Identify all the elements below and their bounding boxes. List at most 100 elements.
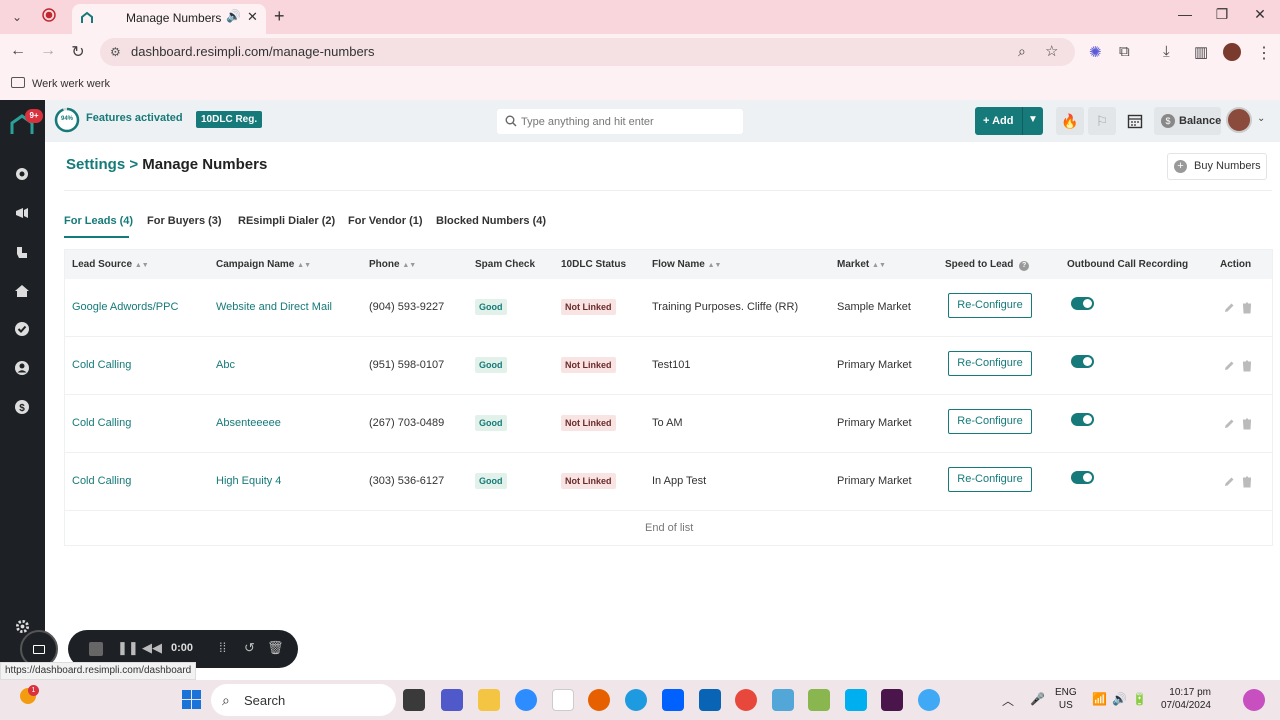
edit-pencil-icon[interactable]	[1223, 418, 1235, 430]
task-view-icon[interactable]	[403, 689, 425, 711]
microphone-icon[interactable]: 🎤	[1030, 692, 1045, 706]
extensions-puzzle-icon[interactable]: ⧉	[1119, 43, 1130, 60]
balance-button[interactable]: $ Balance	[1154, 107, 1221, 135]
rewind-icon[interactable]: ◀◀	[142, 640, 162, 656]
restart-icon[interactable]: ↺	[244, 640, 255, 656]
buy-numbers-button[interactable]: + Buy Numbers	[1167, 153, 1267, 180]
add-button[interactable]: + Add ▼	[975, 107, 1043, 135]
minimize-icon[interactable]: —	[1175, 6, 1195, 22]
bookmark-star-icon[interactable]: ☆	[1045, 42, 1058, 60]
paint-icon[interactable]	[772, 689, 794, 711]
delete-trash-icon[interactable]	[1241, 302, 1253, 314]
stop-recording-icon[interactable]	[89, 642, 103, 656]
browser-menu-icon[interactable]: ⋮	[1256, 43, 1272, 63]
call-recording-toggle[interactable]	[1071, 297, 1094, 310]
chrome-icon[interactable]	[735, 689, 757, 711]
pause-icon[interactable]: ❚❚	[117, 640, 139, 656]
check-circle-icon[interactable]	[14, 321, 30, 337]
forward-icon[interactable]: →	[38, 42, 58, 60]
restore-icon[interactable]: ❐	[1212, 6, 1232, 23]
global-search[interactable]	[497, 109, 743, 134]
edit-pencil-icon[interactable]	[1223, 476, 1235, 488]
browser-profile-avatar[interactable]	[1223, 43, 1241, 61]
edge-icon[interactable]	[625, 689, 647, 711]
home-icon[interactable]	[14, 283, 30, 299]
user-menu-chevron-icon[interactable]: ⌄	[1257, 113, 1265, 124]
notification-badge[interactable]: 9+	[25, 109, 43, 123]
lead-source-link[interactable]: Cold Calling	[72, 359, 131, 371]
fire-icon[interactable]: 🔥	[1056, 107, 1084, 135]
handshake-icon[interactable]	[14, 244, 30, 260]
skype-icon[interactable]	[845, 689, 867, 711]
call-recording-toggle[interactable]	[1071, 355, 1094, 368]
reload-icon[interactable]: ↻	[68, 42, 88, 62]
re-configure-button[interactable]: Re-Configure	[948, 467, 1032, 492]
volume-icon[interactable]: 🔊	[1112, 692, 1127, 706]
help-icon[interactable]: ?	[1019, 261, 1030, 271]
re-configure-button[interactable]: Re-Configure	[948, 351, 1032, 376]
search-input[interactable]	[521, 113, 736, 130]
zoom-app-icon[interactable]	[515, 689, 537, 711]
user-circle-icon[interactable]	[14, 360, 30, 376]
edit-pencil-icon[interactable]	[1223, 302, 1235, 314]
language-indicator[interactable]: ENG US	[1055, 686, 1077, 712]
mail-icon[interactable]	[699, 689, 721, 711]
close-tab-icon[interactable]: ✕	[247, 9, 258, 25]
bookmark-werk[interactable]: Werk werk werk	[32, 78, 110, 90]
breadcrumb-settings-link[interactable]: Settings	[66, 156, 125, 173]
bookmark-icon[interactable]: ⚐	[1088, 107, 1116, 135]
campaign-name-link[interactable]: Abc	[216, 359, 235, 371]
record-indicator-icon[interactable]	[40, 8, 58, 26]
firefox-icon[interactable]	[588, 689, 610, 711]
call-recording-toggle[interactable]	[1071, 413, 1094, 426]
add-dropdown-chevron-icon[interactable]: ▼	[1028, 114, 1038, 125]
delete-trash-icon[interactable]	[1241, 476, 1253, 488]
features-activated-label[interactable]: Features activated	[86, 112, 183, 124]
delete-recording-icon[interactable]: 🗑	[267, 640, 284, 656]
back-icon[interactable]: ←	[8, 42, 28, 60]
tab-for-buyers[interactable]: For Buyers (3)	[147, 215, 222, 227]
edit-pencil-icon[interactable]	[1223, 360, 1235, 372]
side-panel-icon[interactable]: ▥	[1194, 43, 1208, 61]
dashboard-icon[interactable]	[14, 166, 30, 182]
active-browser-tab[interactable]: Manage Numbers 🔊 ✕	[72, 4, 266, 34]
new-tab-icon[interactable]: +	[274, 6, 285, 27]
file-explorer-icon[interactable]	[478, 689, 500, 711]
battery-icon[interactable]: 🔋	[1132, 692, 1147, 706]
close-window-icon[interactable]: ✕	[1250, 6, 1270, 23]
settings-gear-icon[interactable]	[15, 619, 30, 634]
taskbar-search[interactable]: ⌕ Search	[211, 684, 396, 716]
tab-resimpli-dialer[interactable]: REsimpli Dialer (2)	[238, 215, 335, 227]
campaign-name-link[interactable]: Website and Direct Mail	[216, 301, 332, 313]
10dlc-registration-badge[interactable]: 10DLC Reg.	[196, 111, 263, 128]
tab-search-chevron-icon[interactable]: ⌄	[8, 8, 26, 26]
delete-trash-icon[interactable]	[1241, 418, 1253, 430]
copilot-icon[interactable]	[1243, 689, 1265, 711]
tab-for-vendor[interactable]: For Vendor (1)	[348, 215, 423, 227]
grid-icon[interactable]: ⁞⁞	[219, 640, 226, 655]
zoom-icon[interactable]: ⌕	[1018, 43, 1026, 60]
re-configure-button[interactable]: Re-Configure	[948, 293, 1032, 318]
wifi-icon[interactable]: 📶	[1092, 692, 1107, 706]
slack-icon[interactable]	[881, 689, 903, 711]
teams-icon[interactable]	[441, 689, 463, 711]
delete-trash-icon[interactable]	[1241, 360, 1253, 372]
v-app-icon[interactable]	[552, 689, 574, 711]
clock[interactable]: 10:17 pm 07/04/2024	[1155, 686, 1211, 712]
col-lead-source[interactable]: Lead Source ▲▼	[72, 259, 149, 270]
dollar-icon[interactable]: $	[14, 399, 30, 415]
col-market[interactable]: Market ▲▼	[837, 259, 886, 270]
speaker-icon[interactable]: 🔊	[226, 9, 241, 23]
tab-for-leads[interactable]: For Leads (4)	[64, 215, 133, 227]
dropbox-icon[interactable]	[662, 689, 684, 711]
address-bar[interactable]: ⚙ dashboard.resimpli.com/manage-numbers …	[100, 38, 1075, 66]
call-recording-toggle[interactable]	[1071, 471, 1094, 484]
re-configure-button[interactable]: Re-Configure	[948, 409, 1032, 434]
extension-flower-icon[interactable]: ✺	[1089, 43, 1102, 61]
notepad-icon[interactable]	[808, 689, 830, 711]
campaign-name-link[interactable]: Absenteeeee	[216, 417, 281, 429]
calendar-icon[interactable]	[1121, 107, 1149, 135]
windows-start-icon[interactable]	[182, 690, 201, 709]
lead-source-link[interactable]: Cold Calling	[72, 475, 131, 487]
app-icon[interactable]	[918, 689, 940, 711]
